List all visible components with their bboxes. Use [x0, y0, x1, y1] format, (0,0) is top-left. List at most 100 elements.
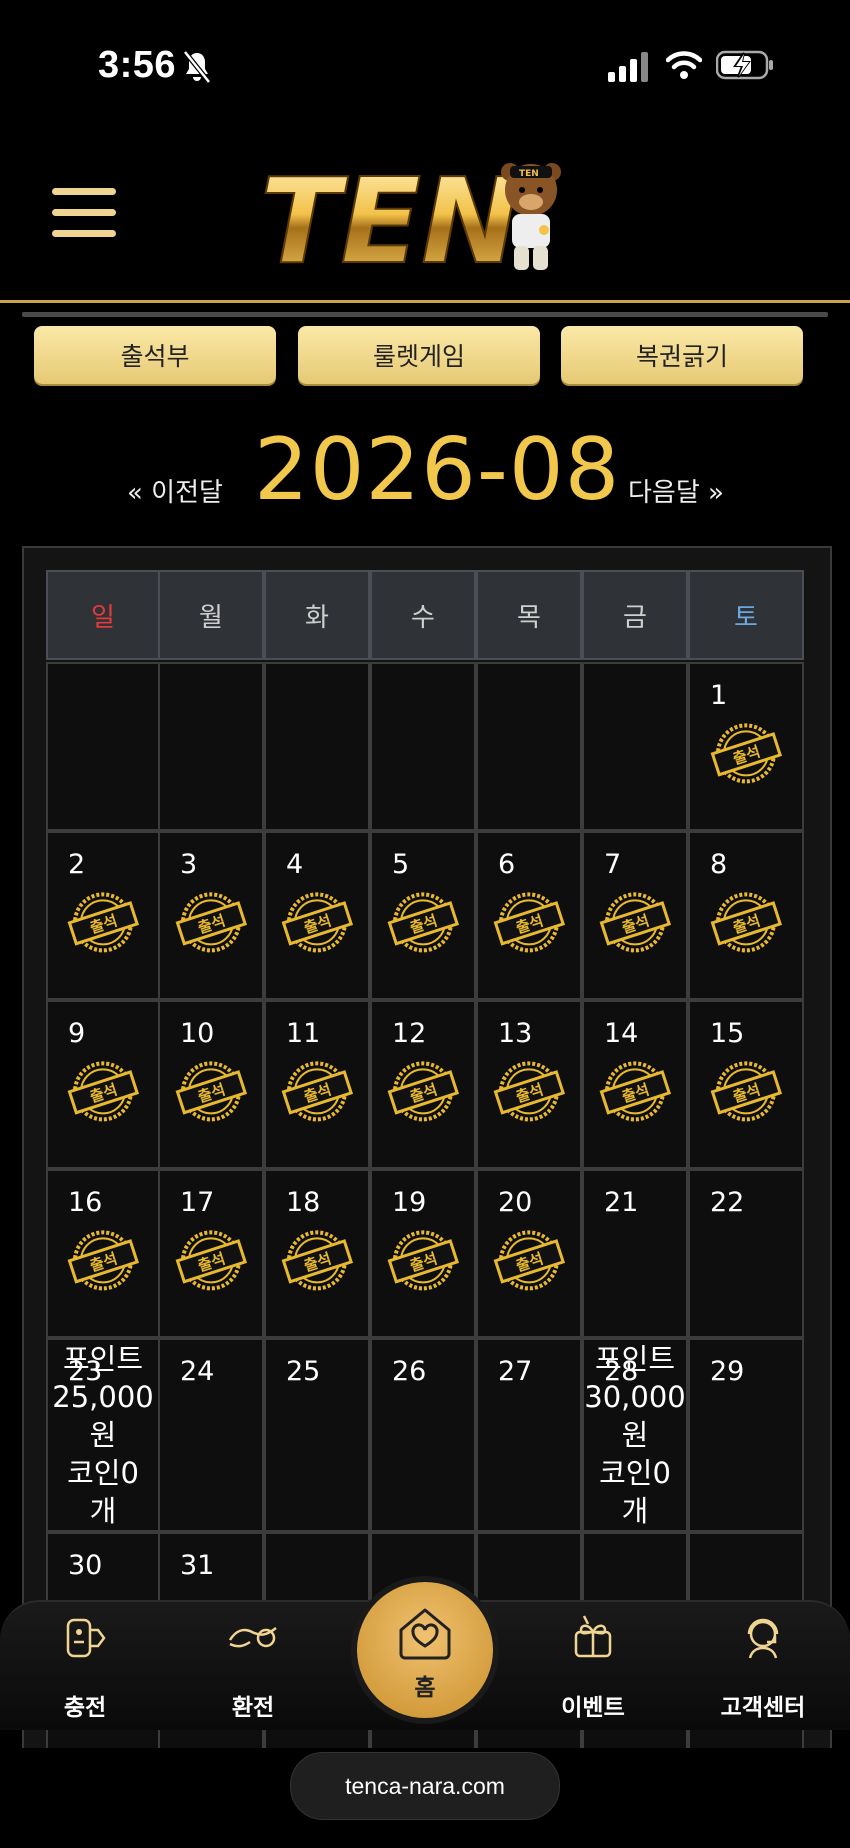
home-heart-icon: [399, 1608, 451, 1660]
gift-icon: [574, 1615, 612, 1658]
day-number: 24: [180, 1356, 215, 1387]
day-number: 4: [286, 849, 304, 880]
nav-support-label: 고객센터: [720, 1695, 806, 1721]
day-number: 16: [68, 1187, 103, 1218]
day-number: 19: [392, 1187, 427, 1218]
wifi-icon: [666, 51, 702, 79]
reward-line: 원: [621, 1418, 649, 1452]
attendance-stamp-icon: 출석: [710, 891, 783, 952]
attendance-stamp-icon: 출석: [387, 891, 460, 952]
day-number: 10: [180, 1018, 215, 1049]
weekday-header: 금: [582, 570, 688, 660]
ten-logo[interactable]: TEN TEN: [260, 150, 590, 280]
day-number: 25: [286, 1356, 321, 1387]
nav-charge-label: 충전: [63, 1695, 107, 1721]
prev-month-link[interactable]: « 이전달: [127, 472, 223, 509]
bell-mute-icon: [183, 50, 211, 84]
attendance-stamp-icon: 출석: [710, 722, 783, 783]
roulette-button[interactable]: 룰렛게임: [298, 326, 540, 384]
attendance-stamp-icon: 출석: [493, 1060, 566, 1121]
reward-info: 포인트 25,000 원코인0 개: [48, 1340, 158, 1530]
calendar-day-cell: 6 출석: [476, 831, 582, 1000]
month-navigation: « 이전달 2026-08 다음달 »: [0, 420, 850, 520]
reward-line: 코인0: [67, 1456, 139, 1490]
day-number: 22: [710, 1187, 745, 1218]
nav-exchange[interactable]: 환전: [178, 1602, 328, 1730]
attendance-stamp-icon: 출석: [67, 1229, 140, 1290]
day-number: 14: [604, 1018, 639, 1049]
attendance-stamp-icon: 출석: [281, 1060, 354, 1121]
calendar-day-cell: 14 출석: [582, 1000, 688, 1169]
nav-event[interactable]: 이벤트: [518, 1602, 668, 1730]
day-number: 11: [286, 1018, 321, 1049]
calendar-day-cell: 27: [476, 1338, 582, 1532]
nav-event-label: 이벤트: [561, 1695, 625, 1721]
attendance-stamp-icon: 출석: [67, 891, 140, 952]
attendance-stamp-icon: 출석: [387, 1060, 460, 1121]
reward-line: 포인트: [62, 1342, 144, 1376]
day-number: 27: [498, 1356, 533, 1387]
nav-home[interactable]: 홈: [357, 1582, 493, 1718]
day-number: 18: [286, 1187, 321, 1218]
calendar-day-cell: 29: [688, 1338, 804, 1532]
weekday-header: 일: [46, 570, 160, 660]
header-divider: [22, 312, 828, 317]
next-month-link[interactable]: 다음달 »: [628, 472, 724, 509]
calendar-day-cell: 15 출석: [688, 1000, 804, 1169]
day-number: 1: [710, 680, 728, 711]
attendance-calendar: 일 월 화 수 목 금 토 1 출석 2 출석 3 출석 4 출석 5 출석 6 출석 7 출석 8 출석 9 출석 10 출석 11…: [22, 546, 832, 1748]
calendar-day-cell: 12 출석: [370, 1000, 476, 1169]
calendar-day-cell: 24: [158, 1338, 264, 1532]
nav-support[interactable]: 고객센터: [688, 1602, 838, 1730]
reward-line: 개: [621, 1494, 649, 1528]
attendance-stamp-icon: 출석: [175, 1060, 248, 1121]
day-number: 20: [498, 1187, 533, 1218]
nav-exchange-label: 환전: [231, 1695, 275, 1721]
weekday-header: 목: [476, 570, 582, 660]
attendance-stamp-icon: 출석: [599, 891, 672, 952]
day-number: 29: [710, 1356, 745, 1387]
calendar-day-cell: 7 출석: [582, 831, 688, 1000]
weekday-header: 화: [264, 570, 370, 660]
menu-icon[interactable]: [52, 188, 116, 244]
site-header: TEN TEN: [0, 130, 850, 303]
nav-home-label: 홈: [414, 1675, 436, 1701]
calendar-day-cell: 19 출석: [370, 1169, 476, 1338]
reward-info: 포인트 30,000 원 코인0 개: [584, 1340, 686, 1530]
calendar-day-cell: 4 출석: [264, 831, 370, 1000]
calendar-day-cell: 18 출석: [264, 1169, 370, 1338]
url-bar[interactable]: tenca-nara.com: [290, 1752, 560, 1820]
attendance-stamp-icon: 출석: [281, 891, 354, 952]
calendar-day-cell: 8 출석: [688, 831, 804, 1000]
day-number: 3: [180, 849, 198, 880]
day-number: 7: [604, 849, 622, 880]
day-number: 9: [68, 1018, 86, 1049]
calendar-day-cell: 21: [582, 1169, 688, 1338]
lottery-scratch-button[interactable]: 복권긁기: [561, 326, 803, 384]
reward-line: 개: [89, 1494, 117, 1528]
attendance-button[interactable]: 출석부: [34, 326, 276, 384]
calendar-day-cell: [476, 662, 582, 831]
calendar-day-cell: 2 출석: [46, 831, 160, 1000]
weekday-header: 수: [370, 570, 476, 660]
reward-line: 원: [89, 1418, 117, 1452]
weekday-header: 월: [158, 570, 264, 660]
day-number: 30: [68, 1550, 103, 1581]
calendar-day-cell: 9 출석: [46, 1000, 160, 1169]
reward-line: 25,000: [52, 1380, 154, 1414]
nav-charge[interactable]: 충전: [10, 1602, 160, 1730]
attendance-stamp-icon: 출석: [175, 1229, 248, 1290]
day-number: 5: [392, 849, 410, 880]
month-title: 2026-08: [254, 420, 621, 520]
calendar-day-cell: 28 포인트 30,000 원 코인0 개: [582, 1338, 688, 1532]
attendance-stamp-icon: 출석: [710, 1060, 783, 1121]
calendar-day-cell: [370, 662, 476, 831]
attendance-stamp-icon: 출석: [493, 1229, 566, 1290]
calendar-day-cell: 20 출석: [476, 1169, 582, 1338]
svg-text:TEN: TEN: [519, 169, 539, 179]
calendar-day-cell: [582, 662, 688, 831]
attendance-stamp-icon: 출석: [67, 1060, 140, 1121]
exchange-icon: [228, 1627, 277, 1648]
reward-line: 코인0: [599, 1456, 671, 1490]
calendar-day-cell: 22: [688, 1169, 804, 1338]
